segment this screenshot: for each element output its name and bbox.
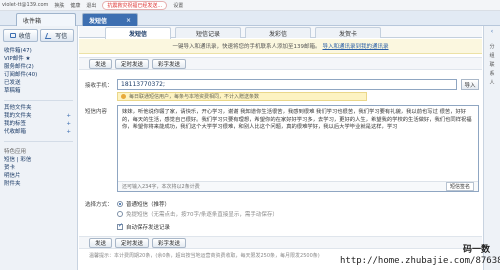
recipient-label: 接收手机： <box>85 83 113 89</box>
save-record-option[interactable]: 自动保存发送记录 <box>117 222 170 231</box>
sidebar-item-inbox[interactable]: 收件箱(47) <box>4 47 77 55</box>
chevron-left-icon[interactable]: ‹ <box>484 28 500 35</box>
signature-select[interactable]: 短信签名 <box>445 182 474 191</box>
add-proxy-icon[interactable]: + <box>66 128 71 136</box>
receive-button[interactable]: 收信 <box>3 29 38 42</box>
sidebar-item-postcard[interactable]: 明信片 <box>4 172 77 180</box>
sidebar-group-other[interactable]: 其他文件夹 <box>4 104 77 112</box>
sidebar-item-sent[interactable]: 已发送 <box>4 79 77 87</box>
tab-sms-records[interactable]: 短信记录 <box>175 27 241 38</box>
mode-free-option[interactable]: 免提短信（无需点击，按70字/条逐条直接显示，需手动保存） <box>117 210 278 218</box>
write-button[interactable]: 写信 <box>39 29 74 42</box>
skin-link[interactable]: 换肤 <box>54 2 64 9</box>
message-footer: 还可输入234字，本次将以2条计费 短信签名 <box>118 181 478 191</box>
import-banner: 一键导入和通讯录，快速将您的手机联系人添加至139邮箱。 导入和通讯录到我的通讯… <box>79 39 482 54</box>
sidebar-item-service[interactable]: 服务邮件(2) <box>4 63 77 71</box>
sidebar-group-proxy[interactable]: 代收邮箱 + <box>4 128 77 136</box>
mode-normal-option[interactable]: 普通短信（推荐） <box>117 200 170 208</box>
char-count: 还可输入234字，本次将以2条计费 <box>122 184 200 190</box>
timed-send-button-bottom[interactable]: 定时发送 <box>115 237 150 248</box>
mailbox-list: 收件箱(47) VIP邮件 ★ 服务邮件(2) 订阅邮件(40) 已发送 草稿箱 <box>0 46 77 98</box>
tab-send-sms-sub[interactable]: 发短信 <box>105 27 171 39</box>
logout-link[interactable]: 退出 <box>86 2 96 9</box>
tab-send-sms[interactable]: 发短信 × <box>82 13 138 26</box>
sidebar-group-myfolders[interactable]: 我的文件夹 + <box>4 112 77 120</box>
bottom-button-row: 发送 定时发送 彩字发送 <box>79 236 482 249</box>
main-panel: 发短信 短信记录 发彩信 发贺卡 一键导入和通讯录，快速将您的手机联系人添加至1… <box>79 26 482 270</box>
contacts-rail[interactable]: ‹ 分 组 联 系 人 <box>483 26 500 270</box>
content-label: 短信内容 <box>85 109 108 115</box>
window-tab-row: 收件箱 发短信 × <box>0 11 500 26</box>
info-icon <box>121 94 126 99</box>
inbox-icon <box>9 33 16 38</box>
sub-tab-bar: 发短信 短信记录 发彩信 发贺卡 <box>79 26 482 39</box>
watermark-url: http://home.zhubajie.com/8763855/ <box>340 256 500 266</box>
health-link[interactable]: 健康 <box>70 2 80 9</box>
sidebar-item-card[interactable]: 贺卡 <box>4 164 77 172</box>
send-mode-label: 选择方式： <box>85 202 113 208</box>
import-button[interactable]: 导入 <box>461 79 479 90</box>
pen-icon <box>45 32 54 39</box>
radio-unselected[interactable] <box>117 211 123 217</box>
features-list: 特色应用 短信 | 彩信 贺卡 明信片 附件夹 <box>0 144 77 191</box>
message-textarea[interactable]: 妹妹，听他说你辍了家，请快乐，开心学习，谢谢 我知道你生活很苦，我感到很难 我们… <box>117 105 479 192</box>
sidebar-item-attachments[interactable]: 附件夹 <box>4 180 77 188</box>
sidebar-item-subscribe[interactable]: 订阅邮件(40) <box>4 71 77 79</box>
add-folder-icon[interactable]: + <box>66 112 71 120</box>
tab-send-card[interactable]: 发贺卡 <box>315 27 381 38</box>
top-bar: violet-tt@139.com 换肤 健康 退出 抗震救灾祝福已经发送...… <box>0 0 500 11</box>
send-button-bottom[interactable]: 发送 <box>89 237 113 248</box>
add-tag-icon[interactable]: + <box>66 120 71 128</box>
features-heading: 特色应用 <box>4 149 27 155</box>
close-icon[interactable]: × <box>126 17 131 24</box>
rail-label: 分 组 联 系 人 <box>489 44 495 86</box>
mms-send-button-top[interactable]: 彩字发送 <box>152 58 187 69</box>
timed-send-button-top[interactable]: 定时发送 <box>115 58 150 69</box>
mms-send-button-bottom[interactable]: 彩字发送 <box>152 237 187 248</box>
radio-selected[interactable] <box>117 201 123 207</box>
sidebar-item-sms[interactable]: 短信 | 彩信 <box>4 156 77 164</box>
notice-badge[interactable]: 抗震救灾祝福已经发送... <box>102 0 168 10</box>
top-button-row: 发送 定时发送 彩字发送 <box>79 57 482 70</box>
import-contacts-link[interactable]: 导入和通讯录到我的通讯录 <box>322 42 388 50</box>
settings-link[interactable]: 设置 <box>173 2 183 9</box>
quota-tip: 温馨提示：本计费周期20条，(余0条，超出按当地运营商资费收取，每天限发250条… <box>89 253 320 259</box>
recipient-input[interactable]: 18113770372; <box>117 79 457 90</box>
billing-tip: 每日联通短信用户，每条与本地资费相同，不计入赠送条数 <box>117 92 367 101</box>
tab-send-mms[interactable]: 发彩信 <box>245 27 311 38</box>
checkbox-checked[interactable] <box>117 222 123 230</box>
sidebar-item-drafts[interactable]: 草稿箱 <box>4 87 77 95</box>
sidebar-group-tags[interactable]: 我的标签 + <box>4 120 77 128</box>
watermark-brand: 码一数 <box>462 245 490 255</box>
send-button-top[interactable]: 发送 <box>89 58 113 69</box>
sidebar: 收信 写信 收件箱(47) VIP邮件 ★ 服务邮件(2) 订阅邮件(40) 已… <box>0 26 78 270</box>
account-email[interactable]: violet-tt@139.com <box>2 2 48 8</box>
tab-inbox[interactable]: 收件箱 <box>16 13 76 26</box>
message-text: 妹妹，听他说你辍了家，请快乐，开心学习，谢谢 我知道你生活很苦，我感到很难 我们… <box>122 109 472 130</box>
folder-groups: 其他文件夹 我的文件夹 + 我的标签 + 代收邮箱 + <box>0 103 77 139</box>
sidebar-item-vip[interactable]: VIP邮件 ★ <box>4 55 77 63</box>
